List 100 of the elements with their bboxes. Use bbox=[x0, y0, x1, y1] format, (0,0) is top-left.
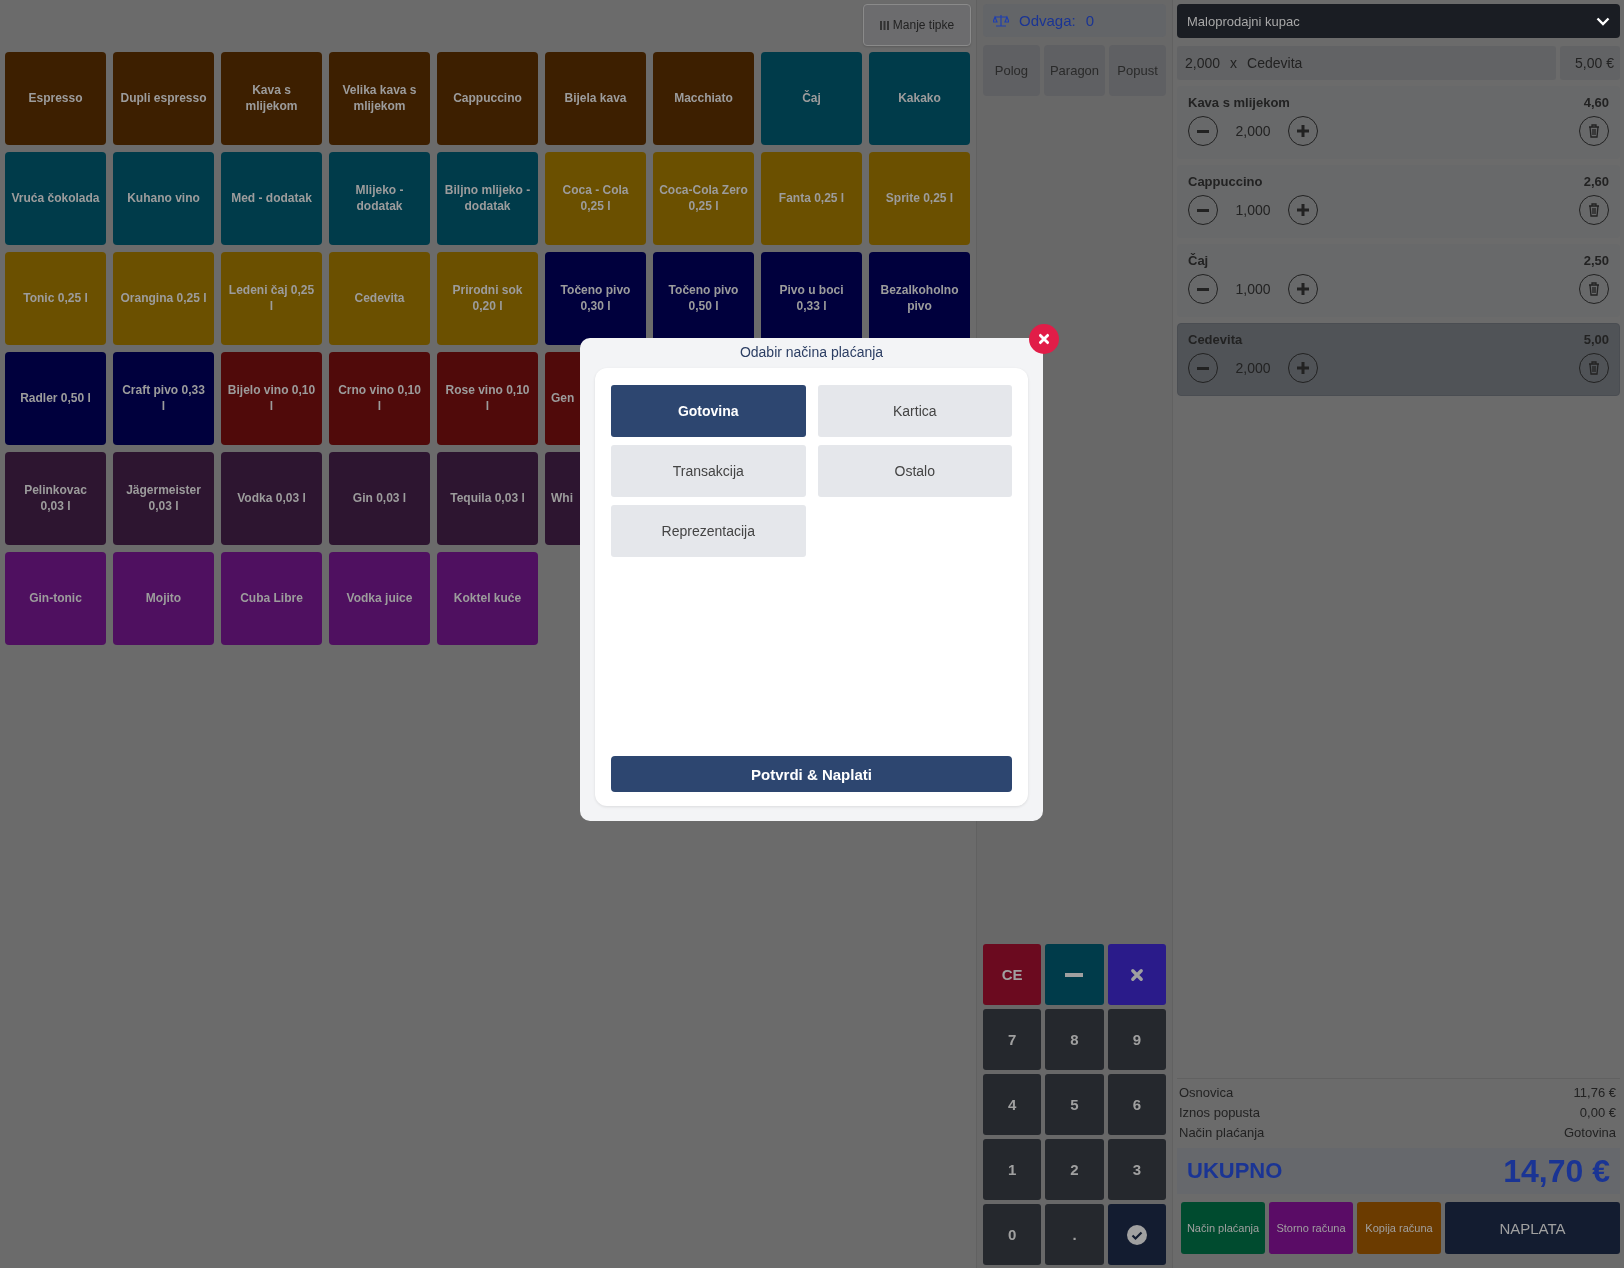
plus-icon bbox=[1297, 125, 1309, 137]
product-tile[interactable]: Prirodni sok 0,20 l bbox=[437, 252, 538, 345]
keypad-key[interactable]: 8 bbox=[1045, 1009, 1104, 1070]
plus-icon bbox=[1297, 204, 1309, 216]
minus-icon bbox=[1197, 366, 1209, 370]
trash-icon bbox=[1588, 361, 1600, 375]
product-tile[interactable]: Mlijeko - dodatak bbox=[329, 152, 430, 245]
line-times: x bbox=[1230, 55, 1238, 71]
keypad-key[interactable]: 6 bbox=[1107, 1074, 1166, 1135]
total-amount: 14,70 € bbox=[1503, 1152, 1610, 1190]
keypad-key[interactable]: 1 bbox=[983, 1139, 1042, 1200]
item-name: Čaj bbox=[1188, 253, 1209, 268]
keypad-key[interactable]: 4 bbox=[983, 1074, 1042, 1135]
summary-label: Osnovica bbox=[1179, 1085, 1234, 1100]
footer-button[interactable]: Način plaćanja bbox=[1181, 1202, 1265, 1254]
trash-icon bbox=[1588, 203, 1600, 217]
minus-icon bbox=[1197, 129, 1209, 133]
product-tile[interactable]: Gin-tonic bbox=[5, 552, 106, 645]
item-price: 2,50 bbox=[1583, 253, 1609, 268]
product-tile[interactable]: Craft pivo 0,33 l bbox=[113, 352, 214, 445]
summary-value: 11,76 € bbox=[1573, 1085, 1616, 1100]
trash-icon bbox=[1588, 282, 1600, 296]
fewer-buttons-button[interactable]: Manje tipke bbox=[863, 4, 971, 46]
product-tile[interactable]: Ledeni čaj 0,25 l bbox=[221, 252, 322, 345]
confirm-pay-button[interactable]: Potvrdi & Naplati bbox=[611, 756, 1012, 792]
payment-method-button[interactable]: Reprezentacija bbox=[611, 505, 806, 557]
product-tile[interactable]: Coca - Cola 0,25 l bbox=[545, 152, 646, 245]
trash-icon bbox=[1588, 124, 1600, 138]
minus-icon bbox=[1065, 972, 1084, 977]
item-quantity: 2,000 bbox=[1234, 123, 1272, 139]
product-tile[interactable]: Radler 0,50 l bbox=[5, 352, 106, 445]
product-tile[interactable]: Orangina 0,25 l bbox=[113, 252, 214, 345]
item-price: 4,60 bbox=[1583, 95, 1609, 110]
product-tile[interactable]: Velika kava s mlijekom bbox=[329, 52, 430, 145]
product-tile[interactable]: Čaj bbox=[761, 52, 862, 145]
keypad-key[interactable]: CE bbox=[983, 944, 1042, 1005]
minus-icon bbox=[1197, 208, 1209, 212]
chevron-down-icon bbox=[1596, 16, 1610, 26]
keypad-key[interactable]: 0 bbox=[983, 1204, 1042, 1265]
keypad-key[interactable]: 7 bbox=[983, 1009, 1042, 1070]
product-tile[interactable]: Cuba Libre bbox=[221, 552, 322, 645]
line-price: 5,00 € bbox=[1560, 46, 1620, 80]
product-tile[interactable]: Cappuccino bbox=[437, 52, 538, 145]
item-name: Kava s mlijekom bbox=[1188, 95, 1290, 110]
product-tile[interactable]: Pelinkovac 0,03 l bbox=[5, 452, 106, 545]
dialog-title: Odabir načina plaćanja bbox=[738, 343, 885, 362]
product-tile[interactable]: Kakako bbox=[869, 52, 970, 145]
product-tile[interactable]: Kava s mlijekom bbox=[221, 52, 322, 145]
payment-method-button[interactable]: Transakcija bbox=[611, 445, 806, 497]
payment-method-button[interactable]: Gotovina bbox=[611, 385, 806, 437]
plus-icon bbox=[1297, 283, 1309, 295]
minus-icon bbox=[1197, 287, 1209, 291]
total-label: UKUPNO bbox=[1187, 1158, 1283, 1184]
product-tile[interactable]: Vodka 0,03 l bbox=[221, 452, 322, 545]
item-name: Cappuccino bbox=[1188, 174, 1263, 189]
product-tile[interactable]: Espresso bbox=[5, 52, 106, 145]
summary-value: 0,00 € bbox=[1579, 1105, 1616, 1120]
footer-button[interactable]: Storno računa bbox=[1269, 1202, 1353, 1254]
payment-method-button[interactable]: Kartica bbox=[817, 385, 1012, 437]
product-tile[interactable]: Mojito bbox=[113, 552, 214, 645]
item-quantity: 1,000 bbox=[1234, 281, 1272, 297]
keypad-key[interactable]: 2 bbox=[1045, 1139, 1104, 1200]
payment-method-button[interactable]: Ostalo bbox=[817, 445, 1012, 497]
keypad-key[interactable]: 5 bbox=[1045, 1074, 1104, 1135]
keypad-key[interactable] bbox=[1107, 1204, 1166, 1265]
customer-dropdown[interactable]: Maloprodajni kupac bbox=[1177, 4, 1620, 38]
grid-icon bbox=[879, 20, 889, 30]
product-tile[interactable]: Crno vino 0,10 l bbox=[329, 352, 430, 445]
product-tile[interactable]: Koktel kuće bbox=[437, 552, 538, 645]
product-tile[interactable]: Med - dodatak bbox=[221, 152, 322, 245]
line-quantity: 2,000 bbox=[1185, 55, 1221, 71]
check-circle-icon bbox=[1126, 1224, 1147, 1245]
product-tile[interactable]: Macchiato bbox=[653, 52, 754, 145]
product-tile[interactable]: Tequila 0,03 l bbox=[437, 452, 538, 545]
product-tile[interactable]: Bijelo vino 0,10 l bbox=[221, 352, 322, 445]
line-product: Cedevita bbox=[1247, 55, 1303, 71]
item-price: 2,60 bbox=[1583, 174, 1609, 189]
product-tile[interactable]: Točeno pivo 0,30 l bbox=[545, 252, 646, 345]
product-tile[interactable]: Dupli espresso bbox=[113, 52, 214, 145]
product-tile[interactable]: Gin 0,03 l bbox=[329, 452, 430, 545]
item-quantity: 1,000 bbox=[1234, 202, 1272, 218]
scale-icon bbox=[993, 13, 1009, 28]
footer-button[interactable]: Kopija računa bbox=[1357, 1202, 1441, 1254]
product-tile[interactable]: Biljno mlijeko - dodatak bbox=[437, 152, 538, 245]
product-tile[interactable]: Vruća čokolada bbox=[5, 152, 106, 245]
multiply-icon bbox=[1129, 967, 1144, 982]
product-tile[interactable]: Vodka juice bbox=[329, 552, 430, 645]
scale-display: Odvaga: 0 bbox=[983, 4, 1166, 37]
keypad-key[interactable]: . bbox=[1045, 1204, 1104, 1265]
product-tile[interactable]: Bijela kava bbox=[545, 52, 646, 145]
keypad-key[interactable] bbox=[1107, 944, 1166, 1005]
summary-value: Gotovina bbox=[1563, 1125, 1616, 1140]
footer-button[interactable]: NAPLATA bbox=[1445, 1202, 1620, 1254]
product-tile[interactable]: Rose vino 0,10 l bbox=[437, 352, 538, 445]
product-tile[interactable]: Jägermeister 0,03 l bbox=[113, 452, 214, 545]
product-tile[interactable]: Coca-Cola Zero 0,25 l bbox=[653, 152, 754, 245]
product-tile[interactable]: Kuhano vino bbox=[113, 152, 214, 245]
keypad-key[interactable]: 9 bbox=[1107, 1009, 1166, 1070]
summary-label: Način plaćanja bbox=[1179, 1125, 1265, 1140]
keypad-key[interactable]: 3 bbox=[1107, 1139, 1166, 1200]
